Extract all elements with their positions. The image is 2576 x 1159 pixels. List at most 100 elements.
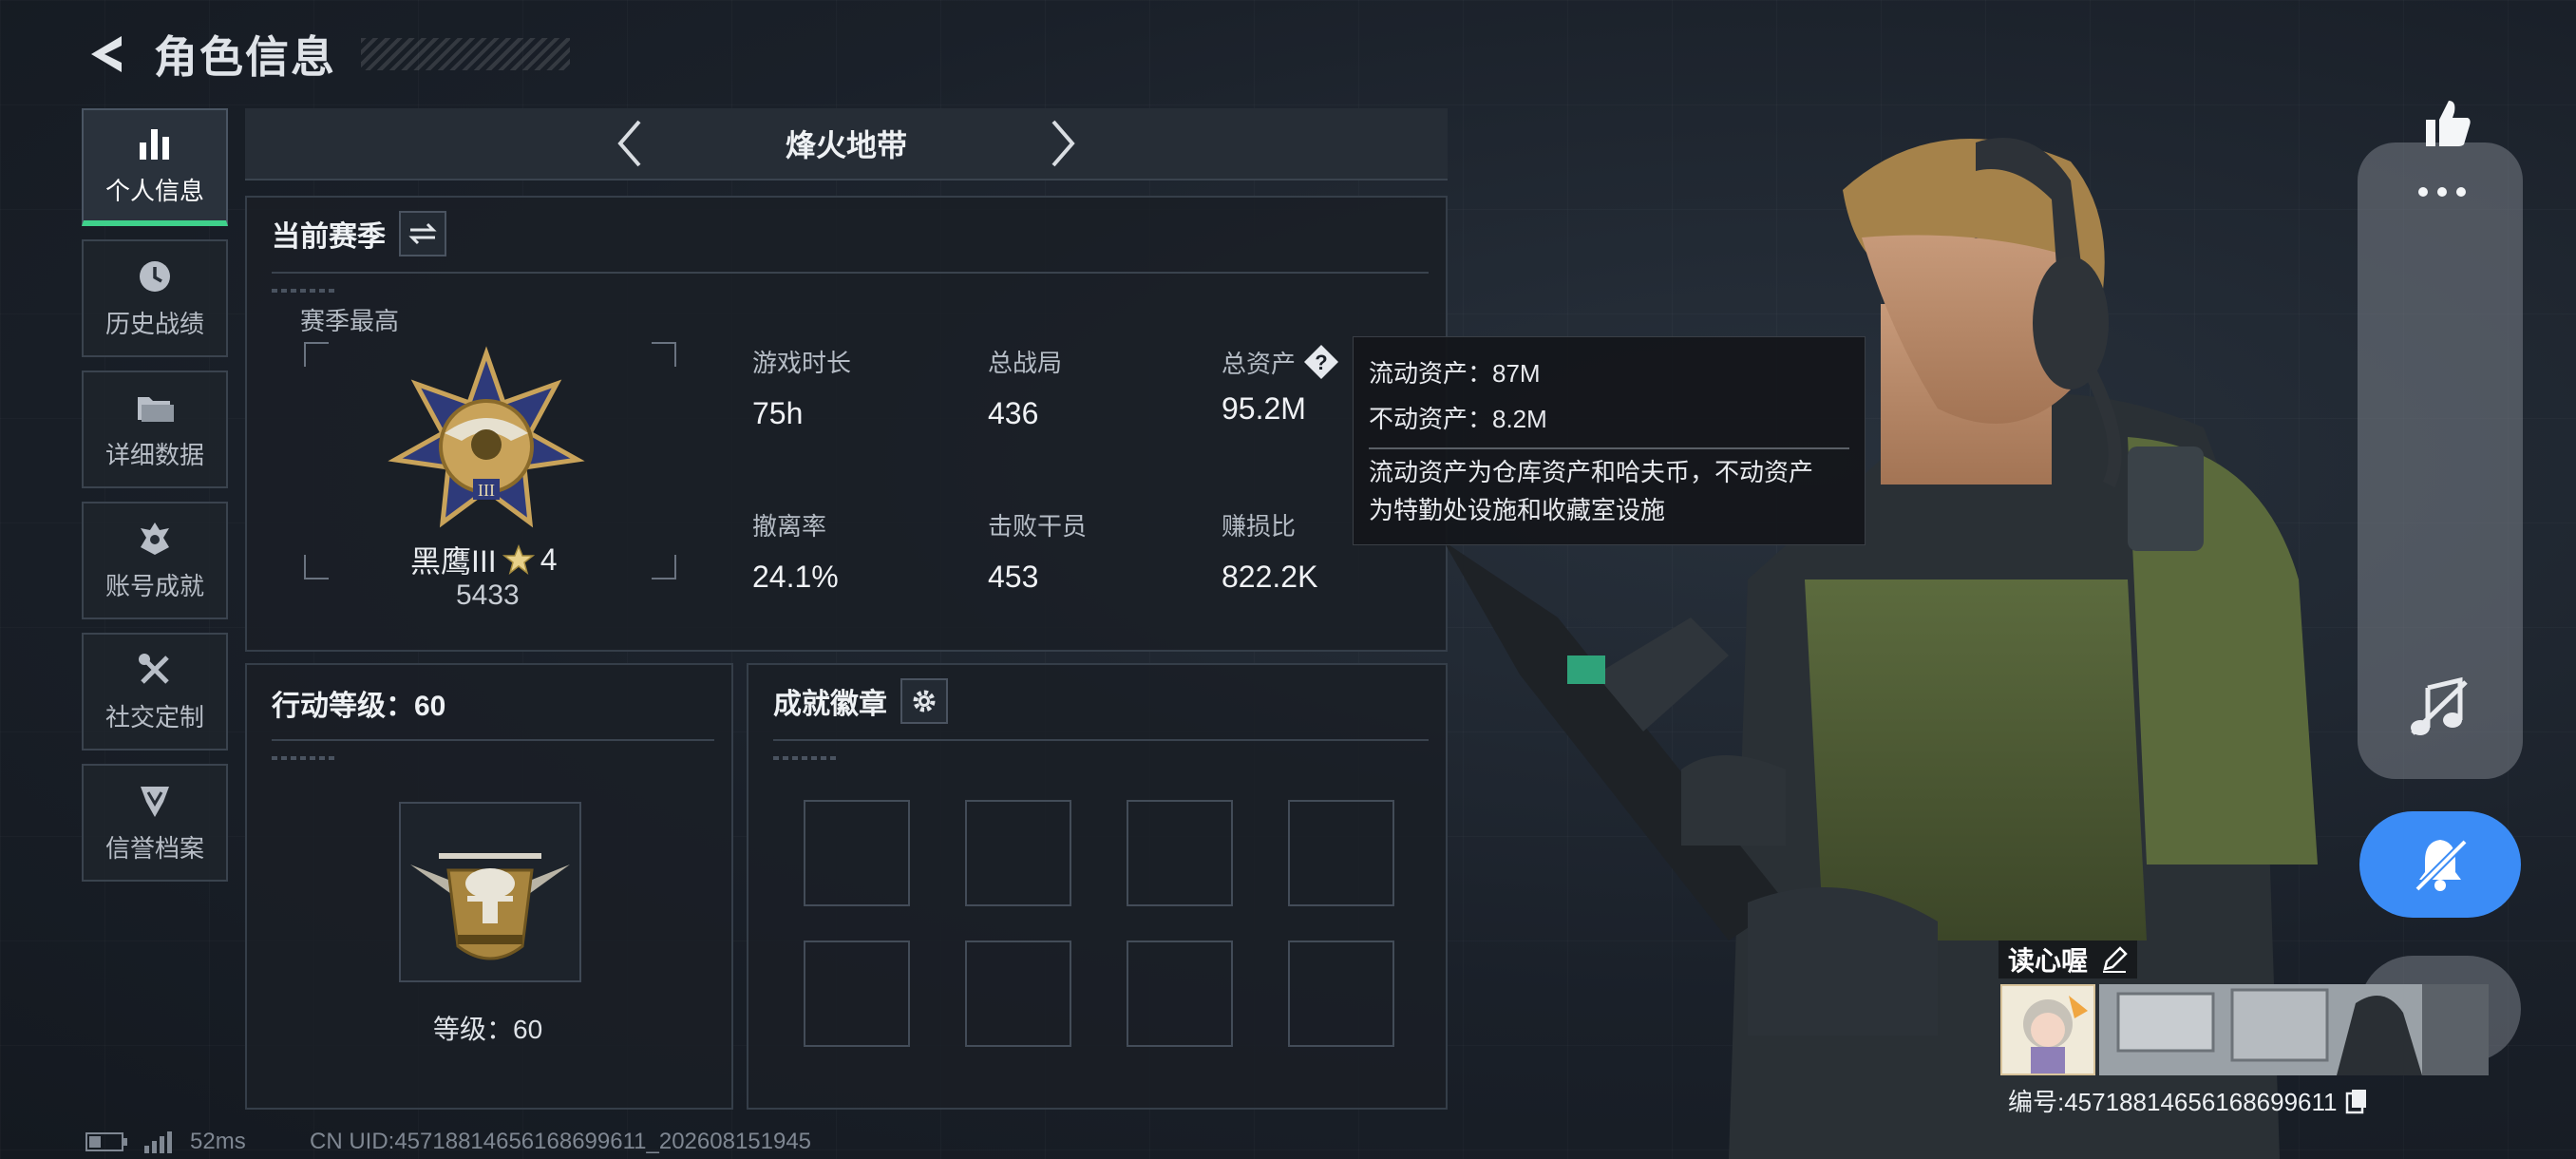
assets-tooltip: 流动资产：87M 不动资产：8.2M 流动资产为仓库资产和哈夫币，不动资产 为特… bbox=[1353, 336, 1866, 545]
badge-slot[interactable] bbox=[1127, 940, 1233, 1047]
sidebar-nav: 个人信息 历史战绩 详细数据 账号成就 社交定制 信誉档案 bbox=[82, 108, 228, 895]
bar-chart-icon bbox=[136, 124, 174, 162]
help-icon[interactable]: ? bbox=[1303, 344, 1339, 380]
badge-slot[interactable] bbox=[804, 940, 910, 1047]
swap-icon bbox=[408, 222, 437, 245]
stat-profit-ratio: 赚损比 822.2K bbox=[1222, 507, 1317, 595]
stat-total-assets: 总资产 ? 95.2M bbox=[1222, 344, 1339, 427]
divider-decoration bbox=[272, 289, 338, 293]
uid-text: CN UID:457188146561686996​11_20260815194… bbox=[310, 1129, 812, 1154]
back-button[interactable] bbox=[76, 26, 133, 83]
player-id-row: 编号:457188146561686996​11 bbox=[2008, 1083, 2368, 1118]
achievements-settings-button[interactable] bbox=[900, 678, 948, 724]
nav-item-account-achievements[interactable]: 账号成就 bbox=[82, 502, 228, 619]
tooltip-desc-line2: 为特勤处设施和收藏室设施 bbox=[1369, 496, 1666, 524]
rank-title: 黑鹰III bbox=[410, 544, 497, 579]
player-id: 编号:457188146561686996​11 bbox=[2008, 1088, 2338, 1116]
clock-icon bbox=[136, 257, 174, 295]
ping-value: 52ms bbox=[190, 1129, 246, 1154]
mode-selector: 烽火地带 bbox=[245, 108, 1448, 180]
title-bar: 角色信息 bbox=[76, 21, 570, 87]
page-title: 角色信息 bbox=[154, 32, 336, 82]
badge-slot[interactable] bbox=[1288, 800, 1394, 906]
level-label: 等级：60 bbox=[433, 1015, 543, 1044]
copy-icon[interactable] bbox=[2345, 1088, 2368, 1114]
profile-banner bbox=[2099, 984, 2489, 1075]
status-bar: 52ms bbox=[85, 1129, 246, 1155]
chevron-right-icon bbox=[1051, 120, 1075, 167]
nav-item-label: 详细数据 bbox=[104, 440, 204, 469]
season-best-label: 赛季最高 bbox=[300, 307, 400, 335]
divider-decoration bbox=[773, 756, 840, 760]
stat-label: 游戏时长 bbox=[752, 349, 852, 377]
tooltip-desc-line1: 流动资产为仓库资产和哈夫币，不动资产 bbox=[1369, 458, 1814, 486]
stat-label: 总战局 bbox=[988, 349, 1063, 377]
avatar-image bbox=[2002, 986, 2093, 1074]
folder-icon bbox=[136, 389, 174, 427]
stat-value: 75h bbox=[752, 396, 804, 430]
thumbs-up-icon[interactable] bbox=[2418, 95, 2475, 152]
stat-label: 击败干员 bbox=[988, 512, 1088, 541]
stat-total-matches: 总战局 436 bbox=[988, 344, 1062, 431]
shield-icon bbox=[136, 782, 174, 820]
mode-title: 烽火地带 bbox=[785, 128, 907, 162]
badge-slot[interactable] bbox=[1127, 800, 1233, 906]
trophy-icon bbox=[136, 520, 174, 558]
music-off-icon[interactable] bbox=[2407, 674, 2473, 741]
level-badge-frame bbox=[399, 802, 581, 982]
helicopter-badge-icon bbox=[410, 853, 570, 960]
achievements-panel-header: 成就徽章 bbox=[773, 678, 948, 724]
nav-item-social-customize[interactable]: 社交定制 bbox=[82, 633, 228, 750]
stat-extraction-rate: 撤离率 24.1% bbox=[752, 507, 839, 595]
tools-icon bbox=[136, 651, 174, 689]
stat-value: 822.2K bbox=[1222, 560, 1318, 594]
svg-text:III: III bbox=[478, 481, 495, 500]
gear-icon bbox=[913, 690, 936, 712]
stat-label: 撤离率 bbox=[752, 512, 827, 541]
stat-value: 95.2M bbox=[1222, 391, 1306, 426]
nav-item-personal-info[interactable]: 个人信息 bbox=[82, 108, 228, 226]
badge-slot[interactable] bbox=[804, 800, 910, 906]
nav-item-history[interactable]: 历史战绩 bbox=[82, 239, 228, 357]
divider bbox=[773, 739, 1429, 741]
bell-off-icon bbox=[2415, 839, 2468, 892]
player-name-row: 读心喔 bbox=[1998, 940, 2138, 978]
badge-slot[interactable] bbox=[1288, 940, 1394, 1047]
star-icon bbox=[502, 544, 535, 575]
chevron-left-icon bbox=[617, 120, 641, 167]
nav-item-detailed-data[interactable]: 详细数据 bbox=[82, 370, 228, 488]
stat-value: 436 bbox=[988, 396, 1039, 430]
more-button[interactable] bbox=[2409, 173, 2475, 211]
rank-score: 5433 bbox=[456, 580, 520, 611]
nav-item-label: 历史战绩 bbox=[104, 309, 204, 338]
svg-text:?: ? bbox=[1315, 351, 1327, 374]
nav-item-credit-record[interactable]: 信誉档案 bbox=[82, 764, 228, 882]
title-decoration bbox=[361, 38, 570, 70]
stat-value: 453 bbox=[988, 560, 1039, 594]
avatar[interactable] bbox=[2000, 984, 2095, 1075]
mute-notifications-button[interactable] bbox=[2359, 811, 2521, 918]
switch-season-button[interactable] bbox=[399, 211, 446, 256]
banner-image bbox=[2099, 984, 2489, 1075]
rank-badge-icon: III bbox=[388, 346, 585, 528]
tooltip-divider bbox=[1369, 447, 1849, 449]
prev-mode-button[interactable] bbox=[605, 115, 653, 172]
badge-slot[interactable] bbox=[965, 940, 1071, 1047]
signal-icon bbox=[144, 1131, 172, 1153]
rank-stars: 4 bbox=[540, 542, 558, 577]
battery-icon bbox=[85, 1132, 127, 1151]
nav-item-label: 信誉档案 bbox=[104, 833, 204, 863]
badge-slot[interactable] bbox=[965, 800, 1071, 906]
divider bbox=[272, 272, 1429, 274]
edit-icon[interactable] bbox=[2101, 946, 2128, 973]
level-header: 行动等级：60 bbox=[272, 691, 446, 722]
tooltip-liquid-assets: 流动资产：87M bbox=[1369, 359, 1541, 388]
stat-label: 总资产 bbox=[1222, 349, 1297, 378]
player-name: 读心喔 bbox=[2008, 946, 2089, 976]
nav-item-label: 账号成就 bbox=[104, 571, 204, 600]
nav-item-label: 个人信息 bbox=[104, 176, 204, 205]
stat-value: 24.1% bbox=[752, 560, 839, 594]
stat-playtime: 游戏时长 75h bbox=[752, 344, 851, 431]
next-mode-button[interactable] bbox=[1040, 115, 1088, 172]
achievements-header: 成就徽章 bbox=[773, 689, 887, 720]
